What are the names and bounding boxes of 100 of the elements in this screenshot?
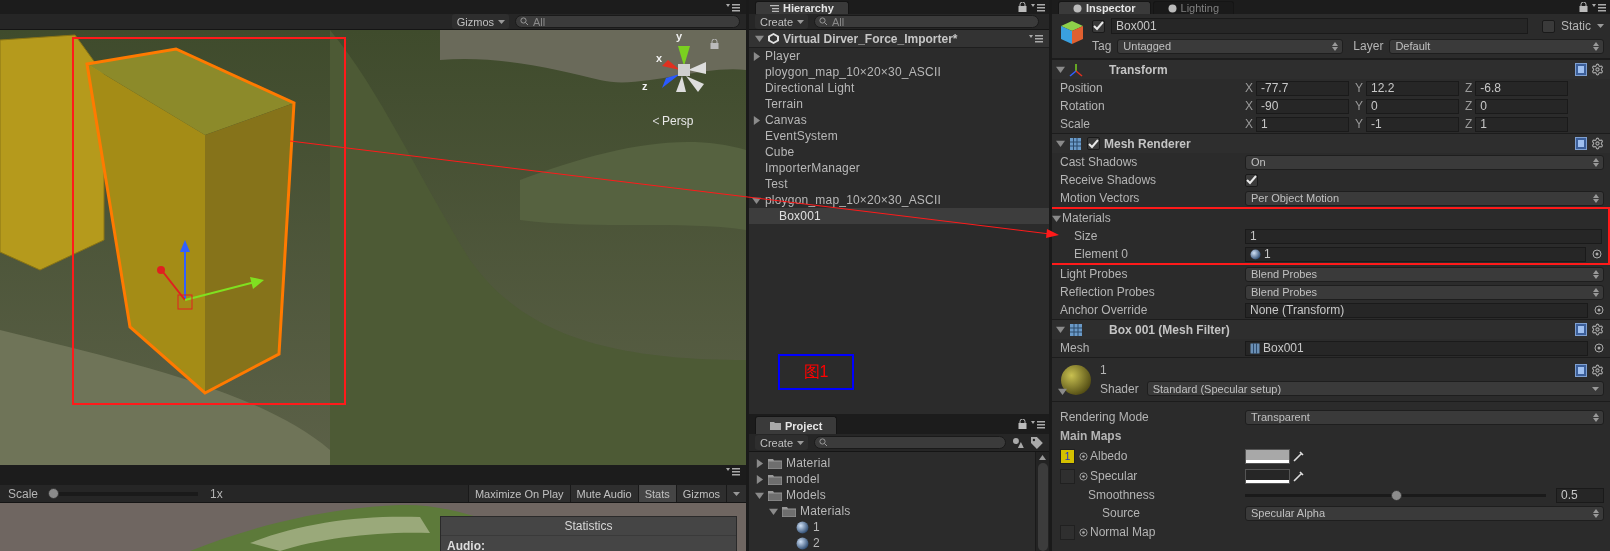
toolbar-button[interactable]: Maximize On Play — [467, 485, 570, 502]
dropdown[interactable]: Untagged — [1117, 38, 1344, 54]
foldout-arrow-icon[interactable] — [752, 51, 761, 61]
slider-thumb[interactable] — [48, 488, 60, 499]
project-item[interactable]: model — [786, 472, 820, 486]
filter-by-type-icon[interactable] — [1012, 436, 1026, 449]
dropdown[interactable]: Blend Probes — [1245, 284, 1604, 300]
input-field[interactable]: 0 — [1366, 98, 1459, 114]
dropdown[interactable]: Blend Probes — [1245, 266, 1604, 282]
foldout-arrow-icon[interactable] — [769, 506, 778, 516]
panel-tab[interactable]: Project — [755, 416, 838, 434]
input-field[interactable]: 1 — [1245, 228, 1602, 244]
object-field[interactable]: Box001 — [1245, 340, 1588, 356]
foldout-label[interactable]: Materials — [1062, 211, 1246, 225]
foldout-arrow-icon[interactable] — [755, 458, 764, 468]
panel-menu-icon[interactable] — [1592, 2, 1606, 12]
hierarchy-item[interactable]: Player — [765, 49, 801, 63]
input-field[interactable]: 1 — [1256, 116, 1349, 132]
color-swatch[interactable] — [1245, 468, 1290, 484]
checkbox[interactable] — [1542, 19, 1555, 33]
help-icon[interactable] — [1575, 363, 1587, 377]
dropdown[interactable]: Specular Alpha — [1245, 505, 1604, 521]
scrollbar-thumb[interactable] — [1037, 463, 1048, 551]
gear-icon[interactable] — [1591, 323, 1604, 336]
foldout-arrow-icon[interactable] — [755, 34, 764, 43]
hierarchy-item[interactable]: Canvas — [765, 113, 807, 127]
tree-row-highlight[interactable]: Box001 — [749, 208, 1049, 224]
project-item[interactable]: Material — [786, 456, 831, 470]
help-icon[interactable] — [1575, 63, 1587, 76]
gear-icon[interactable] — [1591, 363, 1604, 377]
input-field[interactable]: -90 — [1256, 98, 1349, 114]
foldout-arrow-icon[interactable] — [755, 474, 764, 484]
foldout-arrow-icon[interactable] — [752, 195, 761, 205]
foldout-arrow-icon[interactable] — [1056, 139, 1065, 148]
gear-icon[interactable] — [1591, 63, 1604, 76]
input-field[interactable]: -1 — [1366, 116, 1459, 132]
help-icon[interactable] — [1575, 137, 1587, 150]
foldout-arrow-icon[interactable] — [755, 490, 764, 500]
gear-icon[interactable] — [1591, 137, 1604, 150]
eyedropper-icon[interactable] — [1293, 450, 1305, 462]
foldout-arrow-icon[interactable] — [1056, 65, 1065, 74]
project-item[interactable]: 2 — [813, 536, 820, 550]
projection-toggle[interactable]: Persp — [652, 114, 694, 128]
input-field[interactable]: 12.2 — [1366, 80, 1459, 96]
checkbox[interactable] — [1245, 173, 1258, 187]
tag-icon[interactable] — [1031, 436, 1043, 449]
panel-tab[interactable]: Inspector — [1058, 1, 1151, 14]
object-field[interactable]: 1 — [1245, 246, 1586, 262]
search-field[interactable]: All — [814, 15, 1040, 28]
panel-menu-icon[interactable] — [726, 2, 740, 12]
create-menu[interactable]: Create — [755, 14, 809, 29]
checkbox[interactable] — [1092, 19, 1105, 33]
hierarchy-item[interactable]: Test — [765, 177, 788, 191]
hierarchy-item[interactable]: ploygon_map_10×20×30_ASCII — [765, 193, 941, 207]
gizmos-menu[interactable]: Gizmos — [451, 14, 509, 29]
dropdown[interactable]: Default — [1389, 38, 1604, 54]
input-field[interactable]: 0.5 — [1556, 487, 1604, 503]
panel-menu-icon[interactable] — [1031, 2, 1045, 12]
object-picker-icon[interactable] — [1079, 527, 1088, 537]
hierarchy-item[interactable]: Terrain — [765, 97, 804, 111]
input-field[interactable]: 1 — [1475, 116, 1569, 132]
toolbar-button[interactable]: Mute Audio — [569, 485, 638, 502]
foldout-arrow-icon[interactable] — [1058, 387, 1067, 396]
lock-icon[interactable] — [1579, 2, 1588, 12]
panel-tab[interactable]: Hierarchy — [755, 1, 849, 14]
checkbox[interactable] — [1087, 137, 1100, 150]
dropdown[interactable]: On — [1245, 154, 1604, 170]
create-menu[interactable]: Create — [755, 435, 809, 450]
object-picker-icon[interactable] — [1594, 305, 1604, 315]
object-field[interactable]: None (Transform) — [1245, 302, 1588, 318]
foldout-arrow-icon[interactable] — [1052, 213, 1061, 223]
texture-thumbnail[interactable]: 1 — [1060, 448, 1075, 464]
panel-menu-icon[interactable] — [726, 467, 740, 476]
hierarchy-item[interactable]: ploygon_map_10×20×30_ASCII — [765, 65, 941, 79]
toolbar-button[interactable]: Gizmos — [675, 485, 726, 502]
scroll-up-arrow-icon[interactable] — [1039, 455, 1046, 460]
project-item[interactable]: Models — [786, 488, 826, 502]
eyedropper-icon[interactable] — [1293, 470, 1305, 482]
hierarchy-item[interactable]: ImporterManager — [765, 161, 861, 175]
input-field[interactable]: 0 — [1475, 98, 1569, 114]
dropdown[interactable]: Transparent — [1245, 409, 1604, 425]
input-field[interactable]: -77.7 — [1256, 80, 1349, 96]
lock-icon[interactable] — [1018, 2, 1027, 12]
toolbar-button[interactable]: Stats — [637, 485, 676, 502]
help-icon[interactable] — [1575, 323, 1587, 336]
foldout-arrow-icon[interactable] — [1056, 325, 1065, 334]
hierarchy-item[interactable]: Directional Light — [765, 81, 855, 95]
slider-thumb[interactable] — [1390, 489, 1402, 501]
shader-dropdown[interactable]: Standard (Specular setup) — [1146, 381, 1604, 396]
dropdown[interactable]: Per Object Motion — [1245, 190, 1604, 206]
search-field[interactable]: All — [515, 15, 740, 28]
hierarchy-item[interactable]: Cube — [765, 145, 795, 159]
project-item[interactable]: Materials — [800, 504, 851, 518]
color-swatch[interactable] — [1245, 448, 1290, 464]
input-field[interactable]: -6.8 — [1475, 80, 1569, 96]
hierarchy-item[interactable]: Box001 — [779, 209, 821, 223]
panel-menu-icon[interactable] — [1029, 34, 1043, 43]
panel-menu-icon[interactable] — [1031, 419, 1045, 429]
object-picker-icon[interactable] — [1592, 249, 1602, 259]
panel-tab[interactable]: Lighting — [1152, 1, 1235, 14]
